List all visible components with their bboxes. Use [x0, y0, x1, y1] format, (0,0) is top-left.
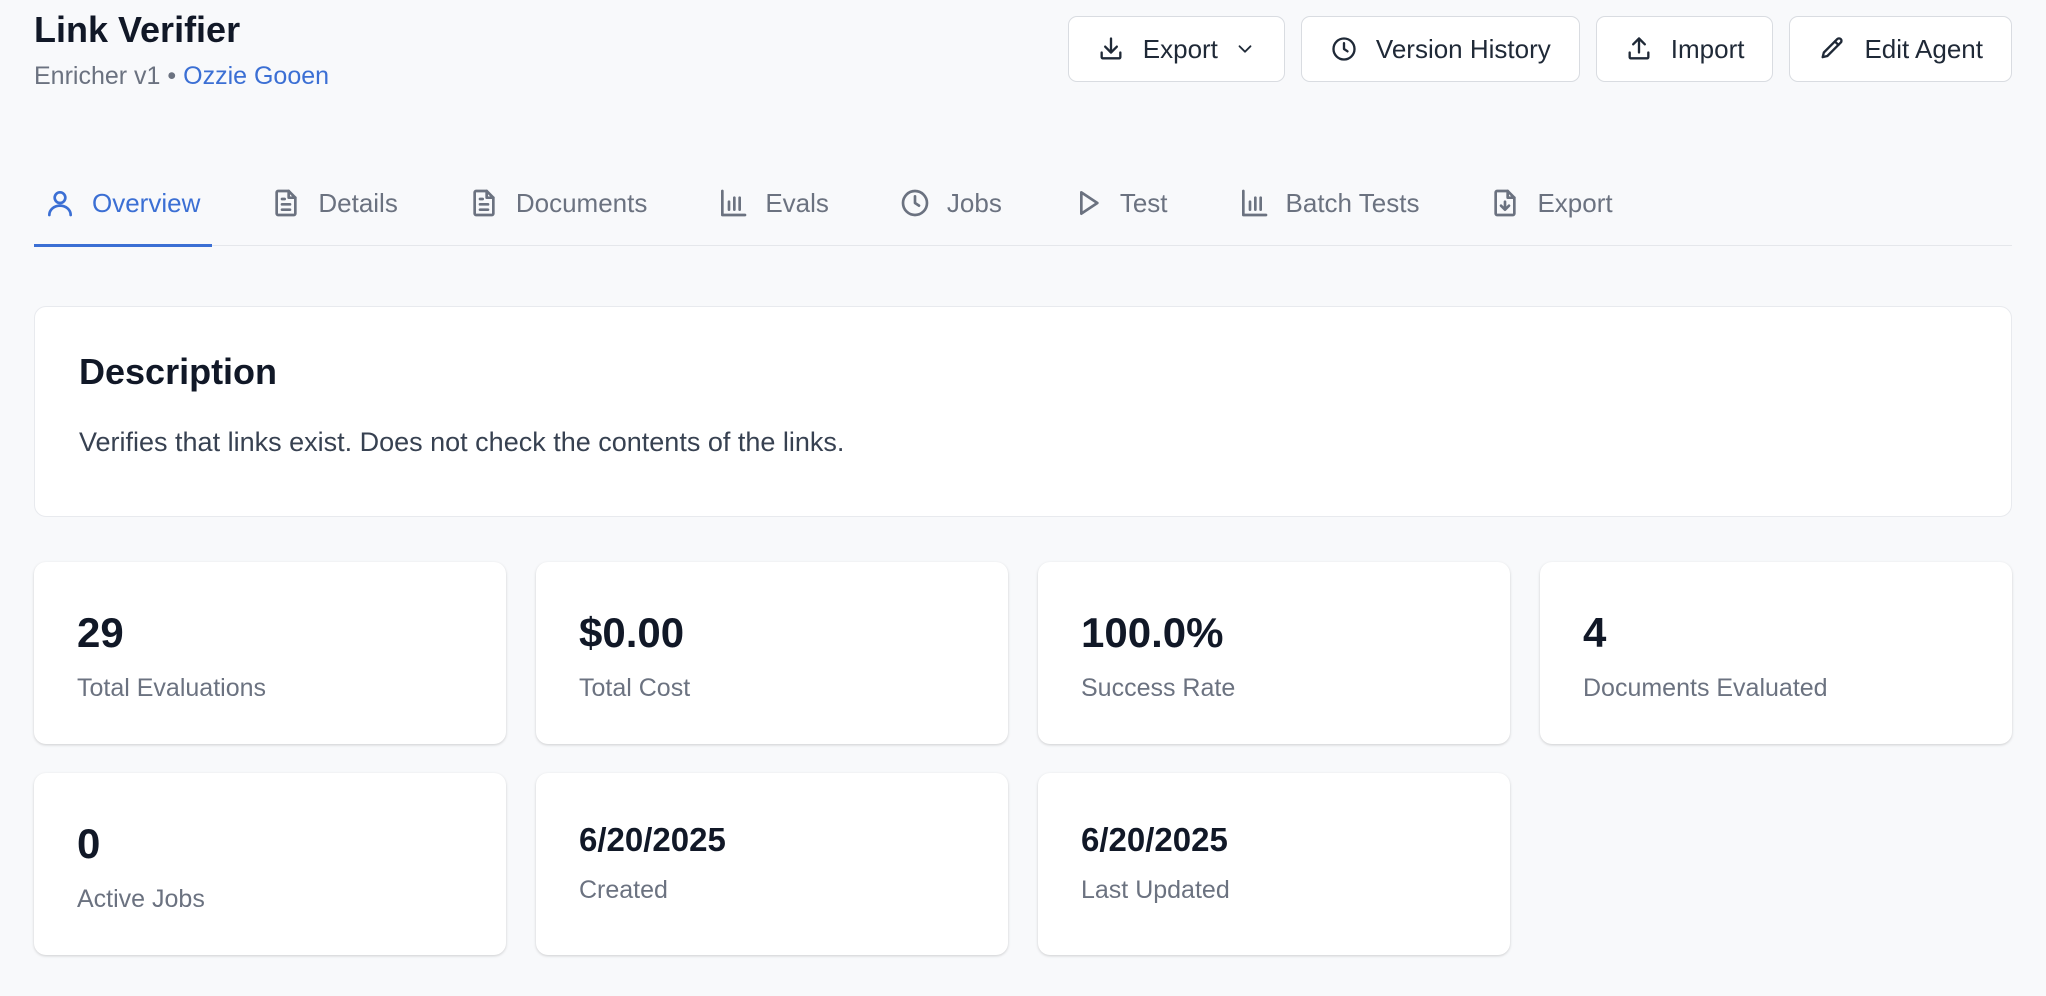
tab-jobs[interactable]: Jobs	[891, 160, 1014, 246]
page-header: Link Verifier Enricher v1 • Ozzie Gooen	[34, 0, 329, 91]
tab-details[interactable]: Details	[262, 160, 409, 246]
stat-value: $0.00	[579, 609, 685, 656]
stat-card-active-jobs: 0 Active Jobs	[34, 773, 506, 955]
clock-icon	[901, 189, 929, 217]
tab-label: Export	[1537, 187, 1613, 218]
export-button-label: Export	[1142, 33, 1218, 64]
user-icon	[48, 191, 72, 217]
stat-card-total-cost: $0.00 Total Cost	[536, 562, 1008, 744]
stat-value: 0	[77, 820, 101, 867]
stat-label: Total Cost	[579, 674, 691, 702]
header-actions: Export Version History Import Edit Agent	[1067, 16, 2012, 82]
export-dropdown-button[interactable]: Export	[1067, 16, 1285, 82]
stat-value: 4	[1583, 609, 1607, 656]
tab-batch-tests[interactable]: Batch Tests	[1230, 160, 1432, 246]
meta-separator: •	[167, 62, 177, 90]
tab-export[interactable]: Export	[1481, 160, 1624, 246]
tab-label: Overview	[92, 187, 201, 218]
chevron-down-icon	[1238, 45, 1252, 53]
stat-label: Created	[579, 876, 668, 904]
stat-label: Active Jobs	[77, 885, 205, 913]
bar-chart-icon	[1241, 189, 1267, 217]
edit-agent-label: Edit Agent	[1864, 33, 1983, 64]
stat-label: Success Rate	[1081, 674, 1236, 702]
stat-card-created: 6/20/2025 Created	[536, 773, 1008, 955]
tab-overview[interactable]: Overview	[34, 160, 213, 247]
tab-label: Jobs	[946, 187, 1002, 218]
stat-value: 29	[77, 609, 124, 656]
tab-bar: Overview Details Documents Evals Jobs Te…	[34, 160, 2012, 247]
play-icon	[1079, 191, 1099, 215]
import-label: Import	[1670, 33, 1745, 64]
stat-card-documents-evaluated: 4 Documents Evaluated	[1540, 562, 2012, 744]
pencil-icon	[1821, 37, 1844, 59]
description-card: Description Verifies that links exist. D…	[34, 306, 2012, 517]
stat-card-last-updated: 6/20/2025 Last Updated	[1038, 773, 1510, 955]
file-download-icon	[1494, 189, 1517, 217]
file-text-icon	[473, 189, 495, 217]
version-history-button[interactable]: Version History	[1300, 16, 1580, 82]
tab-label: Documents	[515, 187, 648, 218]
tab-documents[interactable]: Documents	[460, 160, 660, 246]
tab-test[interactable]: Test	[1064, 160, 1180, 246]
tab-evals[interactable]: Evals	[709, 160, 841, 246]
agent-version: Enricher v1	[34, 62, 161, 90]
stat-card-success-rate: 100.0% Success Rate	[1038, 562, 1510, 744]
agent-meta: Enricher v1 • Ozzie Gooen	[34, 62, 329, 91]
clock-icon	[1332, 37, 1356, 61]
file-text-icon	[275, 189, 298, 217]
tab-label: Details	[318, 187, 398, 218]
stat-label: Total Evaluations	[77, 674, 267, 702]
edit-agent-button[interactable]: Edit Agent	[1789, 16, 2012, 82]
upload-icon	[1628, 37, 1650, 60]
version-history-label: Version History	[1375, 33, 1551, 64]
stat-value: 100.0%	[1081, 609, 1224, 656]
download-icon	[1100, 37, 1122, 60]
tab-label: Test	[1119, 187, 1168, 218]
stat-value: 6/20/2025	[1081, 821, 1228, 858]
tab-label: Evals	[765, 187, 829, 218]
author-link[interactable]: Ozzie Gooen	[183, 62, 329, 90]
stat-value: 6/20/2025	[579, 821, 726, 858]
bar-chart-icon	[721, 189, 747, 217]
page-title: Link Verifier	[34, 9, 241, 50]
stat-card-total-evaluations: 29 Total Evaluations	[34, 562, 506, 744]
stat-label: Last Updated	[1081, 876, 1230, 904]
description-text: Verifies that links exist. Does not chec…	[79, 427, 845, 457]
stat-label: Documents Evaluated	[1583, 674, 1828, 702]
description-title: Description	[79, 351, 278, 392]
tab-label: Batch Tests	[1285, 187, 1420, 218]
import-button[interactable]: Import	[1595, 16, 1774, 82]
